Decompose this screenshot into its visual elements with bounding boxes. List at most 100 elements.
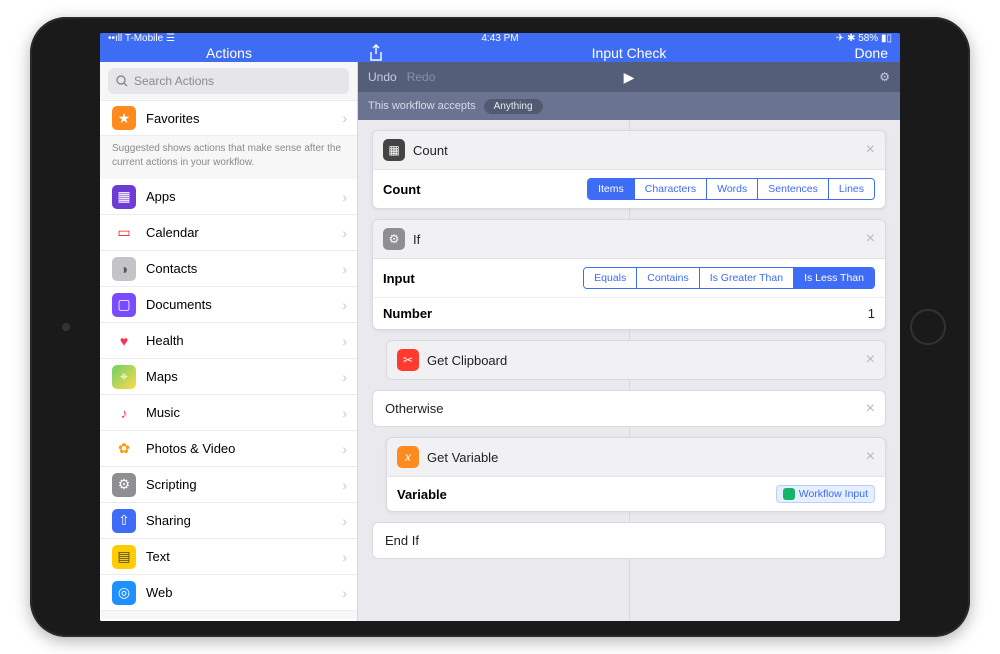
workflow-title: Input Check — [592, 45, 667, 61]
camera-dot — [62, 323, 70, 331]
seg-greater[interactable]: Is Greater Than — [699, 268, 793, 288]
sidebar-favorites-label: Favorites — [146, 111, 199, 126]
chevron-right-icon: › — [342, 225, 347, 241]
action-if[interactable]: ⚙ If × Input Equals Contains Is Greater … — [372, 219, 886, 330]
sidebar-item-scripting[interactable]: ⚙Scripting› — [100, 467, 357, 503]
sidebar-item-text[interactable]: ▤ Text › — [100, 539, 357, 575]
seg-contains[interactable]: Contains — [636, 268, 698, 288]
sidebar-item-label: Apps — [146, 189, 176, 204]
sidebar-item-sharing[interactable]: ⇧Sharing› — [100, 503, 357, 539]
sidebar-favorites[interactable]: ★ Favorites › — [100, 100, 357, 136]
count-segment[interactable]: Items Characters Words Sentences Lines — [587, 178, 875, 200]
ipad-frame: ••ıll T-Mobile ☰ 4:43 PM ✈ ✱ 58% ▮▯ Acti… — [30, 17, 970, 637]
nav-sidebar-title: Actions — [100, 45, 358, 61]
home-button[interactable] — [910, 309, 946, 345]
param-label: Input — [383, 271, 415, 286]
sidebar-item-contacts[interactable]: ◑Contacts› — [100, 251, 357, 287]
seg-equals[interactable]: Equals — [584, 268, 636, 288]
action-get-variable[interactable]: x Get Variable × Variable Workflow Input — [386, 437, 886, 512]
chevron-right-icon: › — [342, 333, 347, 349]
sidebar-item-health[interactable]: ♥ Health › — [100, 323, 357, 359]
chevron-right-icon: › — [342, 369, 347, 385]
sidebar-item-label: Text — [146, 549, 170, 564]
close-icon[interactable]: × — [866, 448, 875, 466]
nav-bar: Actions Input Check Done — [100, 44, 900, 62]
sidebar-item-calendar[interactable]: ▭ Calendar › — [100, 215, 357, 251]
accepts-label: This workflow accepts — [368, 100, 476, 112]
accepts-value[interactable]: Anything — [484, 99, 543, 114]
close-icon[interactable]: × — [866, 230, 875, 248]
chevron-right-icon: › — [342, 261, 347, 277]
sidebar-item-documents[interactable]: ▢Documents› — [100, 287, 357, 323]
sidebar-item-label: Sharing — [146, 513, 191, 528]
chevron-right-icon: › — [342, 513, 347, 529]
play-button[interactable]: ▶ — [624, 69, 635, 86]
sidebar-item-apps[interactable]: ▦ Apps › — [100, 179, 357, 215]
sidebar: Search Actions ★ Favorites › Suggested s… — [100, 62, 358, 621]
seg-characters[interactable]: Characters — [634, 179, 706, 199]
chevron-right-icon: › — [342, 405, 347, 421]
sidebar-item-label: Photos & Video — [146, 441, 235, 456]
search-placeholder: Search Actions — [134, 74, 214, 88]
apps-icon: ▦ — [112, 185, 136, 209]
chevron-right-icon: › — [342, 297, 347, 313]
chevron-right-icon: › — [342, 189, 347, 205]
calendar-icon: ▭ — [112, 221, 136, 245]
action-get-clipboard[interactable]: ✂ Get Clipboard × — [386, 340, 886, 380]
scripting-icon: ⚙ — [112, 473, 136, 497]
action-count[interactable]: ▦ Count × Count Items Characters Words S… — [372, 130, 886, 209]
sidebar-item-label: Contacts — [146, 261, 197, 276]
variable-token[interactable]: Workflow Input — [776, 485, 875, 503]
sidebar-item-web[interactable]: ◎Web› — [100, 575, 357, 611]
content: Search Actions ★ Favorites › Suggested s… — [100, 62, 900, 621]
search-input[interactable]: Search Actions — [108, 68, 349, 94]
sidebar-item-all[interactable]: All› — [100, 611, 357, 621]
editor-toolbar: Undo Redo ▶ ⚙ — [358, 62, 900, 92]
text-icon: ▤ — [112, 545, 136, 569]
seg-sentences[interactable]: Sentences — [757, 179, 828, 199]
sidebar-item-maps[interactable]: ⌖ Maps › — [100, 359, 357, 395]
action-title: Count — [413, 143, 448, 158]
undo-button[interactable]: Undo — [368, 70, 397, 84]
param-label: Count — [383, 182, 421, 197]
sidebar-item-label: Health — [146, 333, 184, 348]
chevron-right-icon: › — [342, 441, 347, 457]
status-bar: ••ıll T-Mobile ☰ 4:43 PM ✈ ✱ 58% ▮▯ — [100, 33, 900, 44]
settings-icon[interactable]: ⚙ — [879, 70, 890, 84]
seg-less[interactable]: Is Less Than — [793, 268, 874, 288]
maps-icon: ⌖ — [112, 365, 136, 389]
sidebar-item-photos[interactable]: ✿Photos & Video› — [100, 431, 357, 467]
chevron-right-icon: › — [342, 477, 347, 493]
star-icon: ★ — [112, 106, 136, 130]
close-icon[interactable]: × — [866, 141, 875, 159]
sidebar-item-label: Calendar — [146, 225, 199, 240]
if-segment[interactable]: Equals Contains Is Greater Than Is Less … — [583, 267, 875, 289]
sidebar-item-music[interactable]: ♪Music› — [100, 395, 357, 431]
web-icon: ◎ — [112, 581, 136, 605]
close-icon[interactable]: × — [866, 400, 875, 418]
health-icon: ♥ — [112, 329, 136, 353]
close-icon[interactable]: × — [866, 351, 875, 369]
seg-lines[interactable]: Lines — [828, 179, 874, 199]
chevron-right-icon: › — [342, 549, 347, 565]
chevron-right-icon: › — [342, 110, 347, 126]
search-icon — [116, 75, 128, 87]
if-icon: ⚙ — [383, 228, 405, 250]
action-title: End If — [385, 533, 419, 548]
number-value[interactable]: 1 — [868, 306, 875, 321]
workflow-canvas[interactable]: ▦ Count × Count Items Characters Words S… — [358, 120, 900, 621]
sidebar-helper: Suggested shows actions that make sense … — [100, 136, 357, 179]
sidebar-item-label: Documents — [146, 297, 212, 312]
action-end-if[interactable]: End If — [372, 522, 886, 559]
status-carrier: ••ıll T-Mobile ☰ — [108, 33, 175, 44]
seg-items[interactable]: Items — [588, 179, 634, 199]
done-button[interactable]: Done — [855, 45, 888, 61]
share-icon[interactable] — [368, 44, 384, 62]
action-otherwise[interactable]: Otherwise × — [372, 390, 886, 427]
accepts-bar: This workflow accepts Anything — [358, 92, 900, 120]
clipboard-icon: ✂ — [397, 349, 419, 371]
redo-button[interactable]: Redo — [407, 70, 436, 84]
sidebar-item-label: Music — [146, 405, 180, 420]
sidebar-item-label: Maps — [146, 369, 178, 384]
seg-words[interactable]: Words — [706, 179, 757, 199]
